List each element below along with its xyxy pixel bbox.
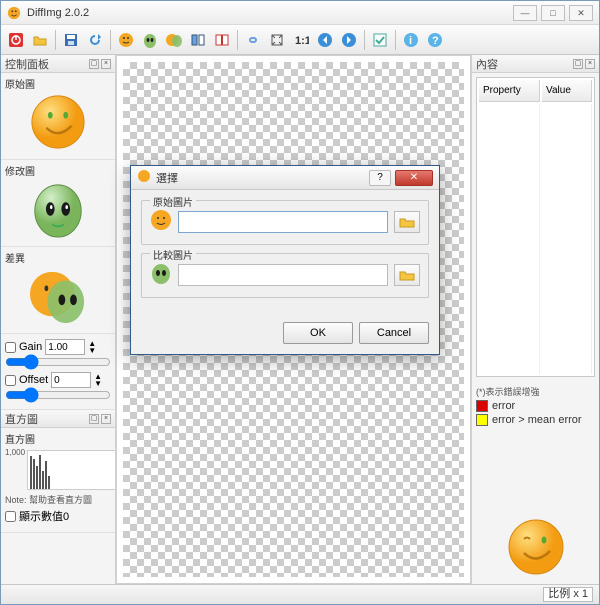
- group1-label: 原始圖片: [150, 194, 196, 209]
- modified-thumb[interactable]: [29, 180, 87, 238]
- hist-panel-header: 直方圖 ▢×: [1, 410, 115, 428]
- help-button[interactable]: ?: [424, 29, 446, 51]
- hist-panel-title: 直方圖: [5, 411, 38, 427]
- maximize-button[interactable]: □: [541, 5, 565, 21]
- col-property[interactable]: Property: [479, 80, 540, 102]
- error-swatch: [476, 400, 488, 412]
- original-path-input[interactable]: [178, 211, 388, 233]
- panel-close-icon[interactable]: ×: [101, 59, 111, 69]
- close-button[interactable]: ✕: [569, 5, 593, 21]
- property-table: Property Value: [476, 77, 595, 377]
- right-panel-title: 內容: [476, 56, 498, 72]
- settings-check-button[interactable]: [369, 29, 391, 51]
- original-thumb[interactable]: [29, 93, 87, 151]
- power-button[interactable]: [5, 29, 27, 51]
- save-button[interactable]: [60, 29, 82, 51]
- hist-float-icon[interactable]: ▢: [89, 414, 99, 424]
- smiley-icon: [150, 209, 172, 234]
- legend-error: error: [492, 400, 515, 412]
- browse-compare-button[interactable]: [394, 264, 420, 286]
- offset-label: Offset: [19, 374, 48, 386]
- hist-axis-label: 1,000: [5, 448, 25, 457]
- diff-image-button[interactable]: [163, 29, 185, 51]
- showcount-label: 顯示數值0: [19, 508, 69, 524]
- left-panel-header: 控制面板 ▢×: [1, 55, 115, 73]
- left-panel-title: 控制面板: [5, 56, 49, 72]
- browse-original-button[interactable]: [394, 211, 420, 233]
- refresh-button[interactable]: [84, 29, 106, 51]
- hist-label: 直方圖: [5, 431, 111, 446]
- legend-note: (*)表示錯誤增強: [476, 385, 595, 398]
- hist-note: Note: 幫助查看直方圖: [5, 493, 111, 506]
- toolbar: 1:1 i ?: [1, 25, 599, 55]
- alien-icon: [150, 262, 172, 287]
- diff-thumb[interactable]: [29, 267, 87, 325]
- dialog-title: 選擇: [156, 170, 369, 186]
- window-title: DiffImg 2.0.2: [27, 7, 513, 19]
- minimize-button[interactable]: —: [513, 5, 537, 21]
- panel-float-icon[interactable]: ▢: [89, 59, 99, 69]
- ok-button[interactable]: OK: [283, 322, 353, 344]
- app-icon: [7, 6, 21, 20]
- gain-input[interactable]: [45, 339, 85, 355]
- compare-group: 比較圖片: [141, 253, 429, 298]
- prev-button[interactable]: [314, 29, 336, 51]
- showcount-checkbox[interactable]: [5, 511, 16, 522]
- original-image-button[interactable]: [115, 29, 137, 51]
- scale-label: 比例 x 1: [543, 587, 593, 602]
- dual-panel-button[interactable]: [187, 29, 209, 51]
- gain-slider[interactable]: [5, 357, 111, 367]
- legend: (*)表示錯誤增強 error error > mean error: [472, 381, 599, 432]
- histogram-chart: [27, 450, 116, 490]
- hist-close-icon[interactable]: ×: [101, 414, 111, 424]
- original-label: 原始圖: [5, 76, 111, 91]
- left-panel: 控制面板 ▢× 原始圖 修改圖 差異 Gain ▲▼: [1, 55, 116, 584]
- info-button[interactable]: i: [400, 29, 422, 51]
- svg-text:i: i: [409, 35, 412, 47]
- right-panel-header: 內容 ▢×: [472, 55, 599, 73]
- offset-checkbox[interactable]: [5, 375, 16, 386]
- mean-swatch: [476, 414, 488, 426]
- next-button[interactable]: [338, 29, 360, 51]
- diff-label: 差異: [5, 250, 111, 265]
- compare-path-input[interactable]: [178, 264, 388, 286]
- offset-slider[interactable]: [5, 390, 111, 400]
- gain-stepper-icon[interactable]: ▲▼: [88, 340, 96, 354]
- original-group: 原始圖片: [141, 200, 429, 245]
- gain-label: Gain: [19, 341, 42, 353]
- titlebar: DiffImg 2.0.2 — □ ✕: [1, 1, 599, 25]
- modified-label: 修改圖: [5, 163, 111, 178]
- group2-label: 比較圖片: [150, 247, 196, 262]
- modified-image-button[interactable]: [139, 29, 161, 51]
- rp-float-icon[interactable]: ▢: [573, 59, 583, 69]
- cancel-button[interactable]: Cancel: [359, 322, 429, 344]
- link-button[interactable]: [242, 29, 264, 51]
- main-window: DiffImg 2.0.2 — □ ✕ 1:1 i ?: [0, 0, 600, 605]
- file-select-dialog: 選擇 ? ✕ 原始圖片 比較圖片: [130, 165, 440, 355]
- slider-button[interactable]: [211, 29, 233, 51]
- col-value[interactable]: Value: [542, 80, 592, 102]
- gain-checkbox[interactable]: [5, 342, 16, 353]
- dialog-help-button[interactable]: ?: [369, 170, 391, 186]
- dialog-app-icon: [137, 169, 151, 186]
- dialog-titlebar: 選擇 ? ✕: [131, 166, 439, 190]
- rp-close-icon[interactable]: ×: [585, 59, 595, 69]
- open-button[interactable]: [29, 29, 51, 51]
- statusbar: 比例 x 1: [1, 584, 599, 604]
- fit-button[interactable]: [266, 29, 288, 51]
- legend-mean: error > mean error: [492, 414, 582, 426]
- brand-icon: [472, 513, 599, 584]
- svg-text:1:1: 1:1: [295, 35, 309, 47]
- offset-input[interactable]: [51, 372, 91, 388]
- zoom-actual-button[interactable]: 1:1: [290, 29, 312, 51]
- right-panel: 內容 ▢× Property Value (*)表示錯誤增強 error err…: [471, 55, 599, 584]
- svg-text:?: ?: [432, 35, 439, 47]
- dialog-close-button[interactable]: ✕: [395, 170, 433, 186]
- offset-stepper-icon[interactable]: ▲▼: [94, 373, 102, 387]
